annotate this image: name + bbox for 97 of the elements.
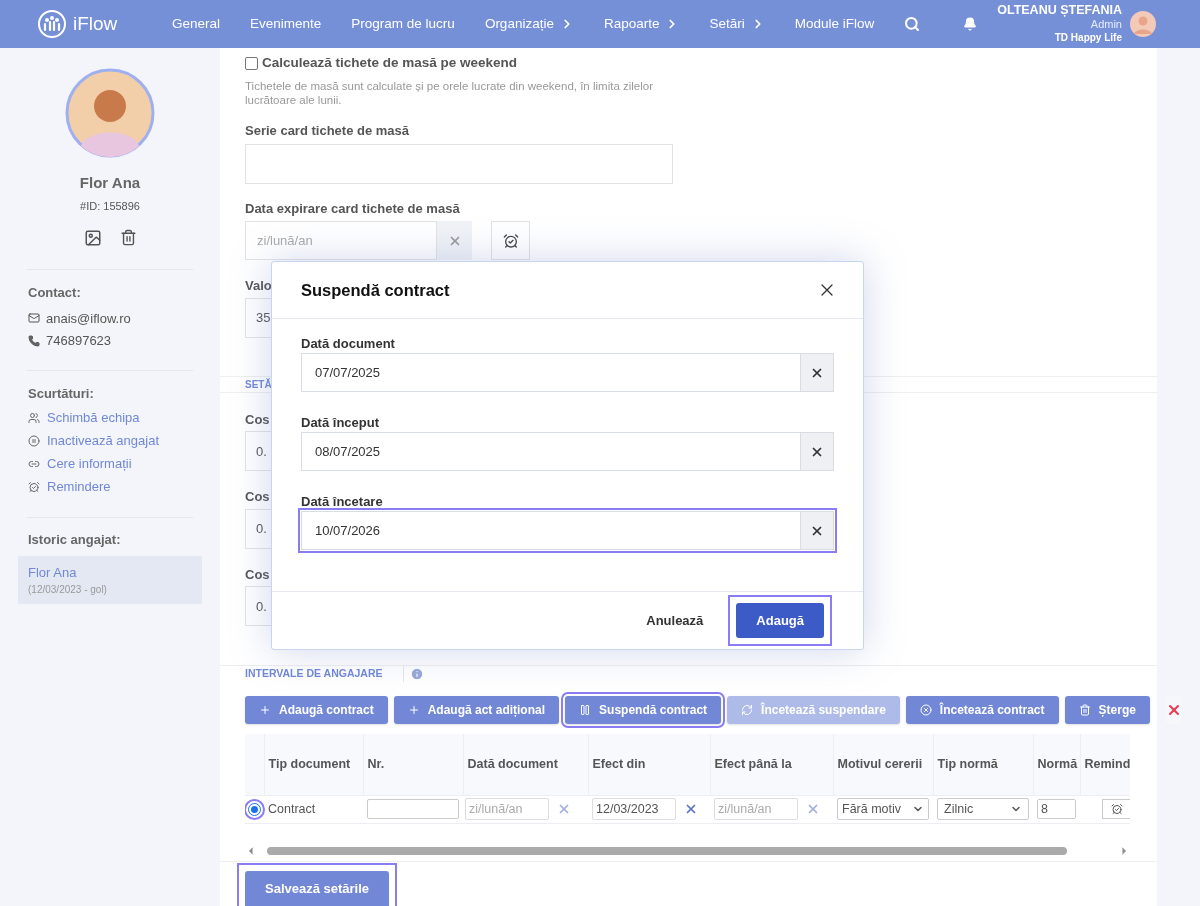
pause-icon bbox=[579, 704, 592, 716]
clear-button[interactable] bbox=[800, 433, 833, 470]
history-name: Flor Ana bbox=[28, 563, 78, 582]
field-label: Data expirare card tichete de masă bbox=[245, 199, 461, 218]
checkbox-label: Calculează tichete de masă pe weekend bbox=[262, 54, 518, 72]
column-header: Tip normă bbox=[933, 734, 1033, 795]
nav-link[interactable]: Module iFlow bbox=[794, 13, 875, 35]
field-label: Valo bbox=[245, 277, 271, 296]
field-label: Cos bbox=[245, 565, 270, 584]
date-field[interactable]: 12/03/2023 bbox=[592, 798, 676, 820]
checkbox[interactable] bbox=[245, 56, 258, 70]
alarm-icon bbox=[1111, 803, 1123, 815]
phone-text: 746897623 bbox=[46, 332, 112, 350]
company-name: TD Happy Life bbox=[1054, 31, 1122, 45]
stop-icon bbox=[919, 704, 932, 716]
plus-icon bbox=[259, 704, 271, 716]
table-cell: Contract bbox=[264, 795, 363, 823]
column-header: Remind bbox=[1080, 734, 1130, 795]
field-label: Dată document bbox=[301, 337, 396, 351]
clear-icon[interactable] bbox=[684, 802, 698, 816]
employee-name: Flor Ana bbox=[79, 173, 141, 193]
history-item[interactable]: Flor Ana (12/03/2023 - gol) bbox=[18, 555, 202, 604]
nav-link[interactable]: General bbox=[172, 13, 221, 35]
section-title: Scurtături: bbox=[28, 384, 95, 403]
tab[interactable]: INTERVALE DE ANGAJARE bbox=[224, 666, 404, 682]
confirm-button[interactable]: Adaugă bbox=[728, 595, 832, 646]
notification-icon[interactable] bbox=[963, 17, 978, 31]
date-field[interactable]: 07/07/2025 bbox=[298, 350, 837, 395]
select-field[interactable]: Fără motiv bbox=[837, 798, 929, 820]
shortcut-link[interactable]: Remindere bbox=[28, 478, 192, 495]
info-icon bbox=[409, 667, 424, 682]
field-label: Dată început bbox=[301, 416, 380, 430]
date-field[interactable]: zi/lună/an bbox=[465, 798, 549, 820]
toolbar-button[interactable]: Adaugă act adițional bbox=[393, 696, 560, 724]
modal-title: Suspendă contract bbox=[301, 279, 450, 301]
email-text: anais@iflow.ro bbox=[46, 309, 131, 328]
trash-icon bbox=[1078, 704, 1091, 716]
logo-icon bbox=[37, 9, 67, 39]
user-name: OLTEANU ȘTEFANIA bbox=[997, 3, 1122, 17]
cancel-button[interactable]: Anulează bbox=[646, 610, 704, 631]
toolbar-button[interactable]: Adaugă contract bbox=[245, 696, 388, 724]
section-tab[interactable]: SETĂ bbox=[245, 376, 272, 392]
input-field[interactable] bbox=[367, 799, 459, 819]
toolbar-button[interactable]: Șterge bbox=[1064, 696, 1150, 724]
column-header: Efect din bbox=[588, 734, 710, 795]
search-icon[interactable] bbox=[904, 16, 921, 32]
alarm-icon bbox=[502, 232, 519, 249]
field-label: Cos bbox=[245, 410, 270, 429]
history-period: (12/03/2023 - gol) bbox=[28, 583, 108, 597]
clear-icon[interactable] bbox=[557, 802, 571, 816]
nav-link[interactable]: Evenimente bbox=[250, 13, 322, 35]
column-header: Dată document bbox=[463, 734, 588, 795]
image-icon[interactable] bbox=[83, 229, 102, 247]
user-avatar[interactable] bbox=[1130, 11, 1156, 37]
clear-button[interactable] bbox=[800, 512, 833, 549]
input-field[interactable]: 8 bbox=[1037, 799, 1076, 819]
field-label: Serie card tichete de masă bbox=[245, 122, 411, 141]
column-header: Efect până la bbox=[710, 734, 833, 795]
clear-button[interactable] bbox=[800, 354, 833, 391]
plus-icon bbox=[407, 704, 420, 716]
nav-link[interactable]: Setări bbox=[709, 13, 765, 35]
save-button[interactable]: Salvează setările bbox=[237, 862, 398, 906]
column-header: Nr. bbox=[363, 734, 463, 795]
shortcut-link[interactable]: Cere informații bbox=[28, 455, 192, 472]
nav-link[interactable]: Rapoarte bbox=[603, 13, 680, 35]
help-text: Tichetele de masă sunt calculate și pe orele lucrate din weekend, în limita zilelor lucrătoare ale lunii. bbox=[245, 79, 655, 108]
shortcut-link[interactable]: Schimbă echipa bbox=[28, 409, 192, 426]
employee-id: #ID: 155896 bbox=[80, 198, 140, 214]
user-role: Admin bbox=[1090, 17, 1122, 31]
phone-icon bbox=[28, 334, 40, 347]
reminder-button[interactable] bbox=[491, 221, 530, 261]
date-field[interactable]: zi/lună/an bbox=[714, 798, 798, 820]
mail-icon bbox=[28, 312, 40, 325]
clear-icon[interactable] bbox=[806, 802, 820, 816]
date-field[interactable]: 10/07/2026 bbox=[298, 508, 837, 553]
users-icon bbox=[28, 411, 40, 424]
refresh-icon bbox=[741, 704, 754, 716]
field-label: Cos bbox=[245, 488, 270, 507]
select-field[interactable]: Zilnic bbox=[937, 798, 1029, 820]
brand-name: iFlow bbox=[73, 11, 118, 36]
field-label: Dată încetare bbox=[301, 495, 384, 509]
input-field[interactable] bbox=[245, 143, 673, 184]
alarm-icon bbox=[28, 480, 40, 493]
pause-icon bbox=[28, 434, 40, 447]
shortcut-link[interactable]: Inactivează angajat bbox=[28, 432, 192, 449]
section-title: Istoric angajat: bbox=[27, 531, 122, 549]
nav-link[interactable]: Program de lucru bbox=[351, 13, 455, 35]
delete-icon[interactable] bbox=[119, 229, 137, 246]
section-title: Contact: bbox=[28, 284, 82, 302]
date-field[interactable]: 08/07/2025 bbox=[298, 429, 837, 474]
reminder-button[interactable] bbox=[1102, 799, 1130, 819]
toolbar-button[interactable]: Încetează contract bbox=[905, 696, 1059, 724]
nav-link[interactable]: Organizație bbox=[484, 13, 574, 35]
column-header: Tip document bbox=[264, 734, 363, 795]
column-header: Normă bbox=[1033, 734, 1080, 795]
column-header: Motivul cererii bbox=[833, 734, 933, 795]
date-field[interactable]: zi/lună/an bbox=[245, 221, 437, 261]
